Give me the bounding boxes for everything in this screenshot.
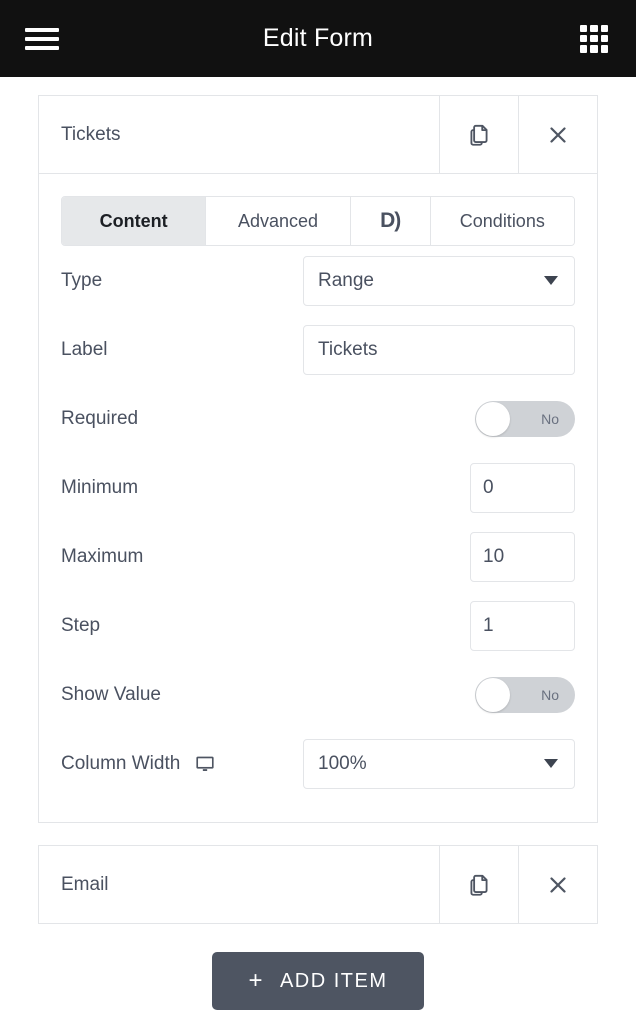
- label-input[interactable]: [304, 326, 575, 374]
- module-header-email[interactable]: Email: [38, 845, 598, 924]
- toggle-knob: [476, 402, 510, 436]
- setting-label-maximum: Maximum: [61, 546, 470, 568]
- plus-icon: +: [248, 969, 264, 993]
- setting-label-minimum: Minimum: [61, 477, 470, 499]
- module-name-label: Email: [39, 846, 439, 923]
- settings-tabs: Content Advanced D) Conditions: [61, 196, 575, 246]
- required-toggle-state: No: [541, 411, 559, 427]
- add-item-button[interactable]: + ADD ITEM: [212, 952, 423, 1010]
- toggle-knob: [476, 678, 510, 712]
- app-header: Edit Form: [0, 0, 636, 77]
- setting-row-show-value: Show Value No: [61, 660, 575, 729]
- setting-control-show-value: No: [475, 677, 575, 713]
- module-header-tickets[interactable]: Tickets: [38, 95, 598, 174]
- setting-row-label: Label: [61, 315, 575, 384]
- show-value-toggle-state: No: [541, 687, 559, 703]
- settings-panel: Tickets Content: [0, 77, 636, 1010]
- setting-label-column-width: Column Width: [61, 753, 303, 775]
- setting-control-minimum: [470, 463, 575, 513]
- desktop-monitor-icon[interactable]: [194, 753, 216, 775]
- tab-content[interactable]: Content: [62, 197, 206, 245]
- hamburger-icon: [25, 23, 59, 55]
- column-width-value: 100%: [318, 753, 367, 775]
- close-module-button[interactable]: [518, 96, 597, 173]
- column-width-text: Column Width: [61, 753, 180, 775]
- tab-conditions[interactable]: Conditions: [431, 197, 574, 245]
- app-root: Edit Form Tickets: [0, 0, 636, 1024]
- required-toggle[interactable]: No: [475, 401, 575, 437]
- column-width-select[interactable]: 100%: [303, 739, 575, 789]
- minimum-input[interactable]: [470, 463, 575, 513]
- setting-row-minimum: Minimum: [61, 453, 575, 522]
- spacer: [38, 823, 598, 845]
- setting-control-maximum: [470, 532, 575, 582]
- tab-label: Conditions: [460, 211, 545, 232]
- close-module-button[interactable]: [518, 846, 597, 923]
- type-select[interactable]: Range: [303, 256, 575, 306]
- setting-label-type: Type: [61, 270, 303, 292]
- apps-grid-button[interactable]: [572, 17, 616, 61]
- show-value-toggle[interactable]: No: [475, 677, 575, 713]
- setting-control-column-width: 100%: [303, 739, 575, 789]
- setting-label-step: Step: [61, 615, 470, 637]
- type-select-value: Range: [318, 270, 374, 292]
- close-icon: [546, 873, 570, 897]
- page-title: Edit Form: [0, 24, 636, 53]
- setting-label-required: Required: [61, 408, 475, 430]
- module-settings-body: Content Advanced D) Conditions Type Rang…: [38, 174, 598, 823]
- setting-label-show-value: Show Value: [61, 684, 475, 706]
- duplicate-module-button[interactable]: [439, 96, 518, 173]
- setting-row-type: Type Range: [61, 246, 575, 315]
- setting-control-step: [470, 601, 575, 651]
- copy-icon: [466, 122, 492, 148]
- duplicate-module-button[interactable]: [439, 846, 518, 923]
- add-item-container: + ADD ITEM: [38, 924, 598, 1010]
- module-name-label: Tickets: [39, 96, 439, 173]
- close-icon: [546, 123, 570, 147]
- add-item-label: ADD ITEM: [280, 970, 388, 993]
- label-input-group: [303, 325, 575, 375]
- copy-icon: [466, 872, 492, 898]
- apps-grid-icon: [580, 25, 608, 53]
- divi-logo-icon: D): [380, 209, 400, 233]
- menu-button[interactable]: [20, 17, 64, 61]
- chevron-down-icon: [544, 759, 558, 768]
- tab-label: Advanced: [238, 211, 318, 232]
- setting-control-type: Range: [303, 256, 575, 306]
- maximum-input[interactable]: [470, 532, 575, 582]
- setting-control-required: No: [475, 401, 575, 437]
- setting-row-step: Step: [61, 591, 575, 660]
- setting-row-column-width: Column Width 100%: [61, 729, 575, 798]
- step-input[interactable]: [470, 601, 575, 651]
- tab-divi[interactable]: D): [351, 197, 431, 245]
- chevron-down-icon: [544, 276, 558, 285]
- setting-row-required: Required No: [61, 384, 575, 453]
- setting-label-label: Label: [61, 339, 303, 361]
- setting-control-label: [303, 325, 575, 375]
- setting-row-maximum: Maximum: [61, 522, 575, 591]
- tab-advanced[interactable]: Advanced: [206, 197, 350, 245]
- tab-label: Content: [100, 211, 168, 232]
